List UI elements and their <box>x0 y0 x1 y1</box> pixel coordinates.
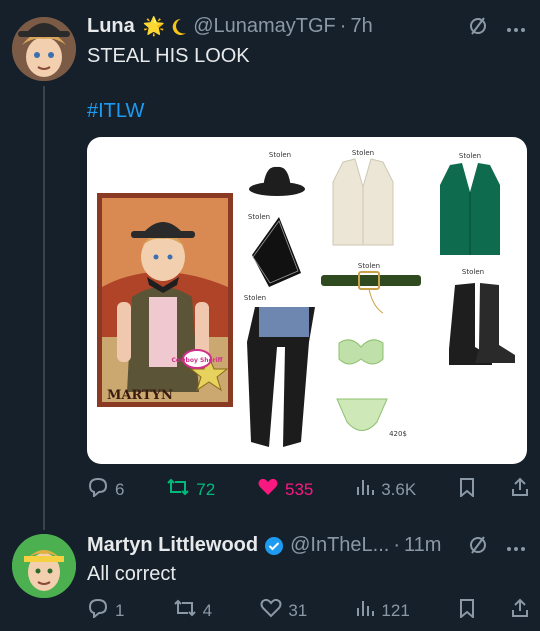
badge-text: Cowboy Sheriff <box>171 357 222 364</box>
author-handle[interactable]: @InTheL... <box>290 534 389 557</box>
author-name[interactable]: Martyn Littlewood <box>87 534 258 557</box>
tweet-text: STEAL HIS LOOK <box>87 45 250 67</box>
views-button[interactable]: 3.6K <box>355 477 416 502</box>
grok-icon[interactable] <box>468 16 488 41</box>
reply-count: 1 <box>115 600 125 620</box>
reply-button[interactable]: 1 <box>87 598 124 623</box>
like-button[interactable]: 31 <box>260 598 307 623</box>
tweet-media-image[interactable]: Cowboy Sheriff MARTYN Stolen Stolen Stol… <box>87 137 527 464</box>
timestamp[interactable]: 11m <box>404 534 441 557</box>
like-count: 31 <box>288 600 308 620</box>
separator-dot: · <box>339 15 347 37</box>
reply-button[interactable]: 6 <box>87 477 124 502</box>
retweet-icon <box>173 598 197 623</box>
more-options-icon[interactable] <box>506 539 526 557</box>
tweet-action-bar: 1 4 31 121 <box>87 598 530 623</box>
stolen-label-cream-vest: Stolen <box>352 149 374 157</box>
like-button[interactable]: 535 <box>257 477 313 502</box>
retweet-button[interactable]: 4 <box>173 598 212 623</box>
avatar-image <box>12 17 76 81</box>
steal-his-look-collage: Cowboy Sheriff MARTYN Stolen Stolen Stol… <box>97 149 515 447</box>
reply-count: 6 <box>115 479 125 499</box>
tweet-header-actions <box>468 535 526 560</box>
poster-label: MARTYN <box>107 388 173 403</box>
stolen-label-boots: Stolen <box>462 268 484 276</box>
stolen-label-belt: Stolen <box>358 262 380 270</box>
grok-icon[interactable] <box>468 535 488 560</box>
avatar-image <box>12 534 76 598</box>
views-chart-icon <box>355 477 375 502</box>
views-button[interactable]: 121 <box>355 598 410 623</box>
hashtag-link[interactable]: #ITLW <box>87 100 144 123</box>
secondary-actions <box>458 598 530 623</box>
retweet-button[interactable]: 72 <box>166 477 215 502</box>
reply-icon <box>87 598 109 623</box>
stolen-label-chaps: Stolen <box>244 294 266 302</box>
stolen-label-green-vest: Stolen <box>459 152 481 160</box>
views-count: 3.6K <box>381 479 417 499</box>
tweet-header: Luna 🌟 @LunamayTGF · 7h <box>87 15 373 38</box>
tweet-text: All correct <box>87 563 176 585</box>
retweet-count: 4 <box>202 600 213 620</box>
author-name[interactable]: Luna <box>87 15 135 38</box>
more-options-icon[interactable] <box>506 20 526 38</box>
secondary-actions <box>458 477 530 502</box>
retweet-count: 72 <box>196 479 216 499</box>
star-emoji: 🌟 <box>142 16 166 36</box>
heart-outline-icon <box>260 598 282 623</box>
avatar[interactable] <box>12 534 76 598</box>
author-handle[interactable]: @LunamayTGF <box>193 15 336 38</box>
views-chart-icon <box>355 598 375 623</box>
crescent-moon-icon <box>171 18 187 36</box>
stolen-label-hat: Stolen <box>269 151 291 159</box>
share-icon[interactable] <box>510 598 530 623</box>
views-count: 121 <box>381 600 410 620</box>
price-label: 420$ <box>389 430 407 438</box>
like-count: 535 <box>285 479 314 499</box>
heart-filled-icon <box>257 477 279 502</box>
tweet-action-bar: 6 72 535 3.6K <box>87 477 530 502</box>
reply-icon <box>87 477 109 502</box>
thread-line <box>43 86 45 530</box>
separator-dot: · <box>393 534 401 556</box>
bookmark-icon[interactable] <box>458 598 476 623</box>
avatar[interactable] <box>12 17 76 81</box>
tweet-header: Martyn Littlewood @InTheL... · 11m <box>87 534 441 557</box>
retweet-icon <box>166 477 190 502</box>
timestamp[interactable]: 7h <box>350 15 372 38</box>
stolen-label-bandana: Stolen <box>248 213 270 221</box>
tweet-header-actions <box>468 16 526 41</box>
bookmark-icon[interactable] <box>458 477 476 502</box>
verified-badge-icon <box>264 536 284 556</box>
share-icon[interactable] <box>510 477 530 502</box>
